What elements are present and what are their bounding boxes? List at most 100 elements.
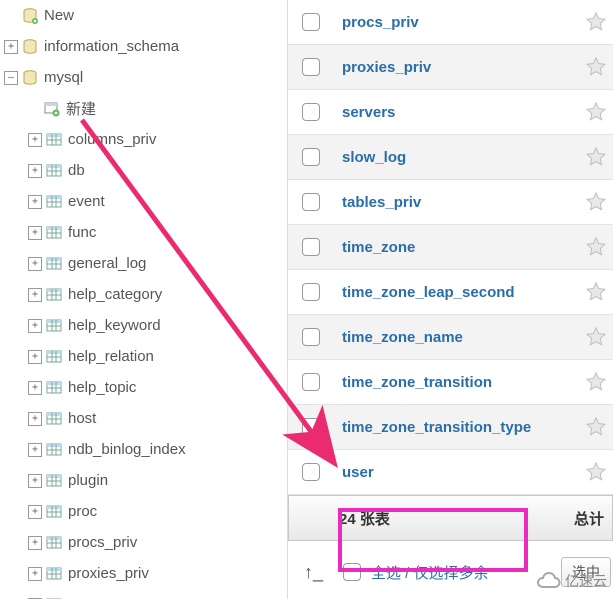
select-all-checkbox[interactable] <box>343 563 361 581</box>
table-row[interactable]: servers <box>288 90 613 135</box>
table-name[interactable]: proxies_priv <box>342 59 585 76</box>
row-checkbox[interactable] <box>302 13 320 31</box>
tree-node-information-schema[interactable]: + information_schema <box>0 31 287 62</box>
expand-icon[interactable]: + <box>28 474 42 488</box>
tree-node-mysql[interactable]: – mysql <box>0 62 287 93</box>
tree-node-table[interactable]: + help_relation <box>0 341 287 372</box>
tree-node-table[interactable]: + host <box>0 403 287 434</box>
row-checkbox[interactable] <box>302 418 320 436</box>
expand-icon[interactable]: + <box>28 257 42 271</box>
expand-icon[interactable]: + <box>28 412 42 426</box>
row-checkbox[interactable] <box>302 463 320 481</box>
expand-icon[interactable]: + <box>28 195 42 209</box>
row-checkbox[interactable] <box>302 103 320 121</box>
expand-icon[interactable]: + <box>28 226 42 240</box>
row-checkbox[interactable] <box>302 193 320 211</box>
table-name[interactable]: tables_priv <box>342 194 585 211</box>
table-row[interactable]: user <box>288 450 613 495</box>
table-name[interactable]: time_zone <box>342 239 585 256</box>
table-icon <box>46 442 62 458</box>
table-name[interactable]: time_zone_transition_type <box>342 419 585 436</box>
tree-node-new[interactable]: New <box>0 0 287 31</box>
expand-icon[interactable]: + <box>28 381 42 395</box>
row-checkbox[interactable] <box>302 328 320 346</box>
expand-icon[interactable]: + <box>28 288 42 302</box>
table-row[interactable]: proxies_priv <box>288 45 613 90</box>
favorite-star-icon[interactable] <box>585 101 607 123</box>
expand-icon[interactable]: + <box>28 133 42 147</box>
table-icon <box>46 318 62 334</box>
tree-label: proxies_priv <box>68 565 149 582</box>
expand-icon[interactable]: + <box>28 350 42 364</box>
tree-node-table[interactable]: + procs_priv <box>0 527 287 558</box>
favorite-star-icon[interactable] <box>585 461 607 483</box>
tree-node-table[interactable]: + event <box>0 186 287 217</box>
database-icon <box>22 8 38 24</box>
tree-node-table[interactable]: + servers <box>0 589 287 599</box>
tree-node-table[interactable]: + ndb_binlog_index <box>0 434 287 465</box>
tree-node-table[interactable]: + general_log <box>0 248 287 279</box>
row-checkbox[interactable] <box>302 373 320 391</box>
table-icon <box>46 535 62 551</box>
favorite-star-icon[interactable] <box>585 146 607 168</box>
tree-label: help_relation <box>68 348 154 365</box>
expand-icon[interactable]: + <box>4 40 18 54</box>
table-icon <box>46 256 62 272</box>
table-icon <box>46 566 62 582</box>
table-row[interactable]: tables_priv <box>288 180 613 225</box>
table-row[interactable]: slow_log <box>288 135 613 180</box>
tree-node-table[interactable]: + columns_priv <box>0 124 287 155</box>
favorite-star-icon[interactable] <box>585 56 607 78</box>
row-checkbox[interactable] <box>302 148 320 166</box>
favorite-star-icon[interactable] <box>585 191 607 213</box>
favorite-star-icon[interactable] <box>585 236 607 258</box>
expand-icon[interactable]: + <box>28 164 42 178</box>
table-name[interactable]: time_zone_leap_second <box>342 284 585 301</box>
select-all-control[interactable]: 全选 / 仅选择多余 <box>333 556 499 589</box>
tree-node-new-table[interactable]: 新建 <box>0 93 287 124</box>
table-row[interactable]: time_zone_name <box>288 315 613 360</box>
table-row[interactable]: time_zone_transition <box>288 360 613 405</box>
tree-node-table[interactable]: + db <box>0 155 287 186</box>
row-checkbox[interactable] <box>302 238 320 256</box>
favorite-star-icon[interactable] <box>585 281 607 303</box>
table-row[interactable]: time_zone <box>288 225 613 270</box>
tree-node-table[interactable]: + plugin <box>0 465 287 496</box>
tree-node-table[interactable]: + help_keyword <box>0 310 287 341</box>
favorite-star-icon[interactable] <box>585 371 607 393</box>
tree-label: help_topic <box>68 379 136 396</box>
table-row[interactable]: procs_priv <box>288 0 613 45</box>
tree-label: columns_priv <box>68 131 156 148</box>
table-name[interactable]: user <box>342 464 585 481</box>
table-name[interactable]: slow_log <box>342 149 585 166</box>
collapse-icon[interactable]: – <box>4 71 18 85</box>
table-icon <box>46 194 62 210</box>
new-table-icon <box>44 101 60 117</box>
favorite-star-icon[interactable] <box>585 416 607 438</box>
database-tree: New + information_schema – mysql 新建 + <box>0 0 288 599</box>
expand-icon[interactable]: + <box>28 505 42 519</box>
table-name[interactable]: time_zone_transition <box>342 374 585 391</box>
tree-label: 新建 <box>66 98 96 119</box>
expand-icon[interactable]: + <box>28 443 42 457</box>
tree-node-table[interactable]: + help_category <box>0 279 287 310</box>
table-row[interactable]: time_zone_leap_second <box>288 270 613 315</box>
expand-icon[interactable]: + <box>28 536 42 550</box>
favorite-star-icon[interactable] <box>585 326 607 348</box>
table-icon <box>46 132 62 148</box>
tree-node-table[interactable]: + proxies_priv <box>0 558 287 589</box>
table-icon <box>46 504 62 520</box>
table-name[interactable]: servers <box>342 104 585 121</box>
expand-icon[interactable]: + <box>28 567 42 581</box>
tree-node-table[interactable]: + help_topic <box>0 372 287 403</box>
favorite-star-icon[interactable] <box>585 11 607 33</box>
row-checkbox[interactable] <box>302 283 320 301</box>
expand-icon[interactable]: + <box>28 319 42 333</box>
table-name[interactable]: procs_priv <box>342 14 585 31</box>
table-row[interactable]: time_zone_transition_type <box>288 405 613 450</box>
tree-node-table[interactable]: + proc <box>0 496 287 527</box>
table-name[interactable]: time_zone_name <box>342 329 585 346</box>
row-checkbox[interactable] <box>302 58 320 76</box>
tree-node-table[interactable]: + func <box>0 217 287 248</box>
arrow-up-icon: ↑_ <box>304 562 323 583</box>
